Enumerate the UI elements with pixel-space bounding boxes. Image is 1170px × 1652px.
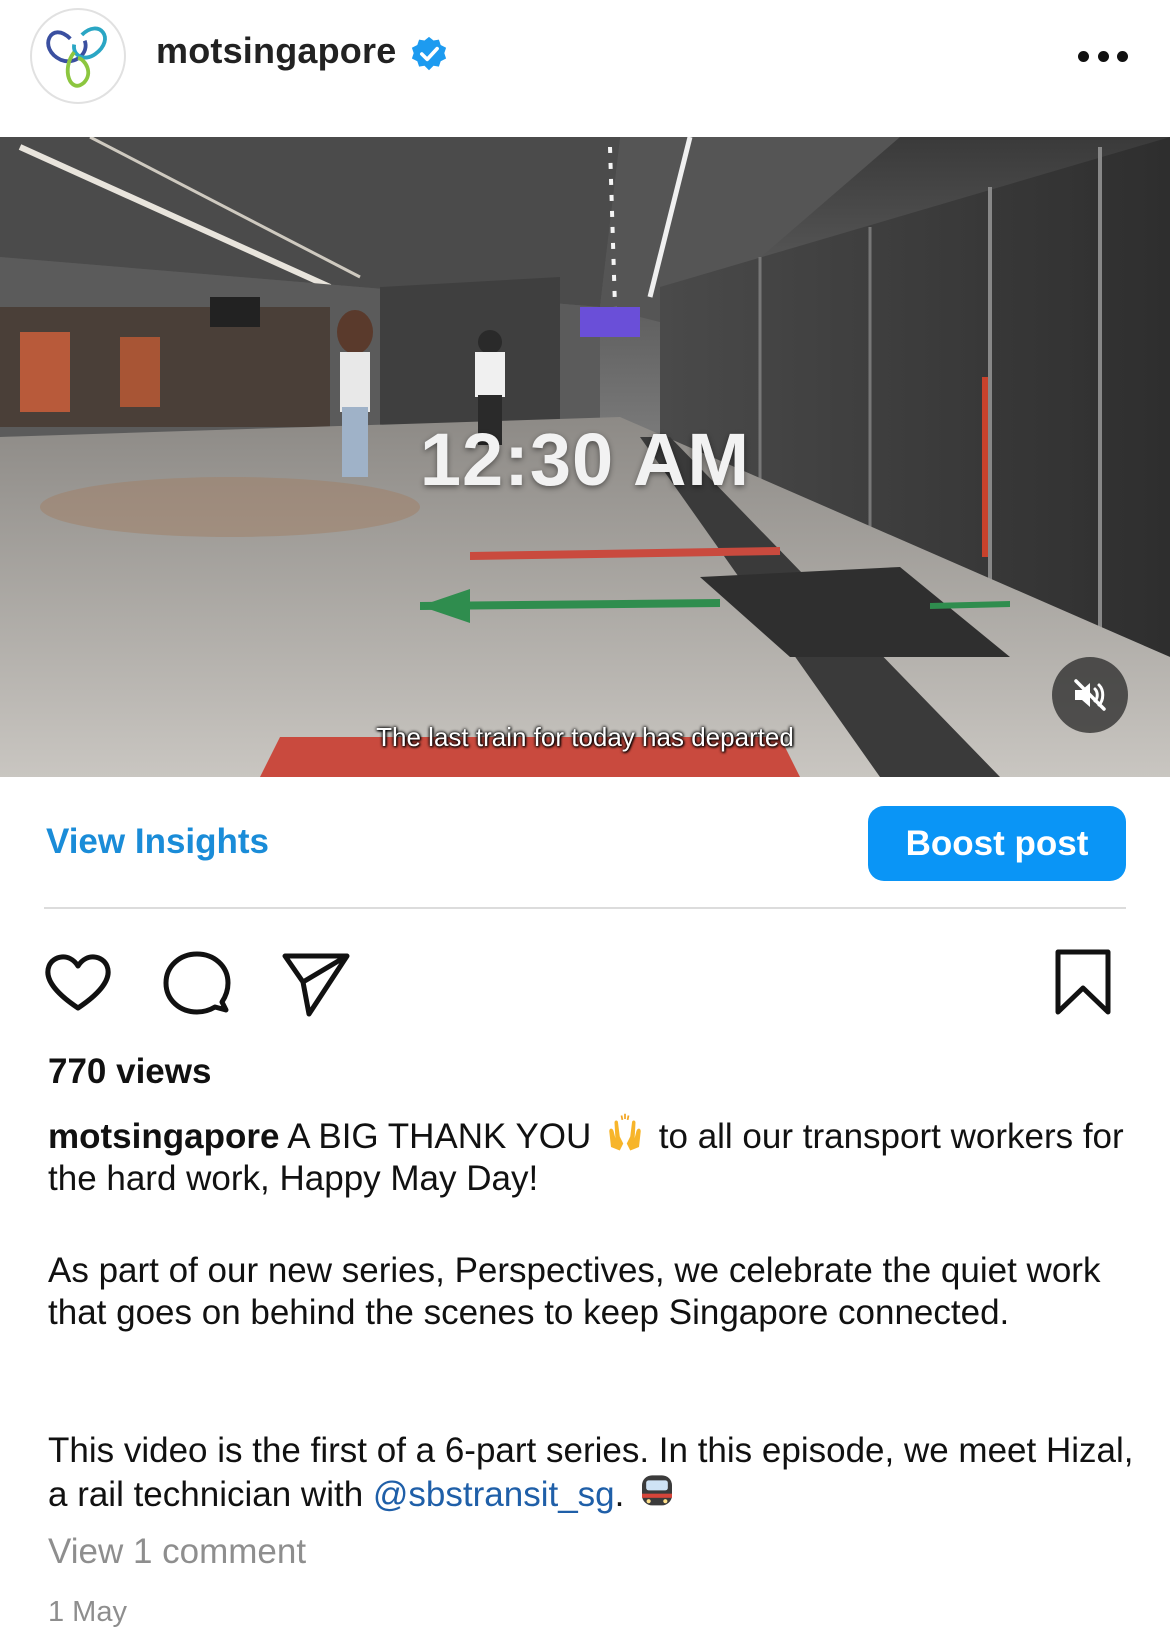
raised-hands-emoji [609,1113,641,1151]
speaker-muted-icon [1074,679,1106,711]
caption-paragraph-3: This video is the first of a 6-part seri… [48,1430,1138,1516]
comment-button[interactable] [160,946,234,1020]
caption-period: . [614,1475,625,1514]
paper-plane-icon [282,953,350,1017]
heart-icon [45,954,111,1011]
views-count: 770 views [48,1052,212,1091]
post-video[interactable]: 12:30 AM The last train for today has de… [0,137,1170,777]
bookmark-icon [1055,949,1111,1015]
mot-logo-icon [46,26,107,88]
caption-part1: A BIG THANK YOU [287,1117,592,1156]
share-button[interactable] [279,946,353,1020]
more-dot [1097,50,1109,62]
more-dot [1117,50,1128,62]
avatar[interactable] [30,8,126,104]
caption-first: motsingapore A BIG THANK YOU to all our … [48,1112,1138,1200]
more-options-button[interactable] [1078,36,1128,76]
mention-link[interactable]: @sbstransit_sg [373,1475,615,1514]
boost-post-button[interactable]: Boost post [868,806,1126,881]
more-dot [1078,50,1089,62]
username[interactable]: motsingapore [156,30,396,72]
mute-button[interactable] [1052,657,1128,733]
save-button[interactable] [1046,946,1120,1020]
time-overlay: 12:30 AM [419,418,751,501]
verified-badge-icon [411,36,447,71]
divider [44,907,1126,909]
view-comments-link[interactable]: View 1 comment [48,1532,306,1572]
post-date: 1 May [48,1596,127,1628]
comment-icon [163,951,231,1015]
post-header: motsingapore [0,0,1170,137]
video-subtitle: The last train for today has departed [376,722,794,752]
caption-paragraph-2: As part of our new series, Perspectives,… [48,1251,1101,1332]
like-button[interactable] [41,946,115,1020]
train-emoji [642,1475,673,1506]
caption-username[interactable]: motsingapore [48,1117,279,1156]
view-insights-link[interactable]: View Insights [46,822,269,862]
